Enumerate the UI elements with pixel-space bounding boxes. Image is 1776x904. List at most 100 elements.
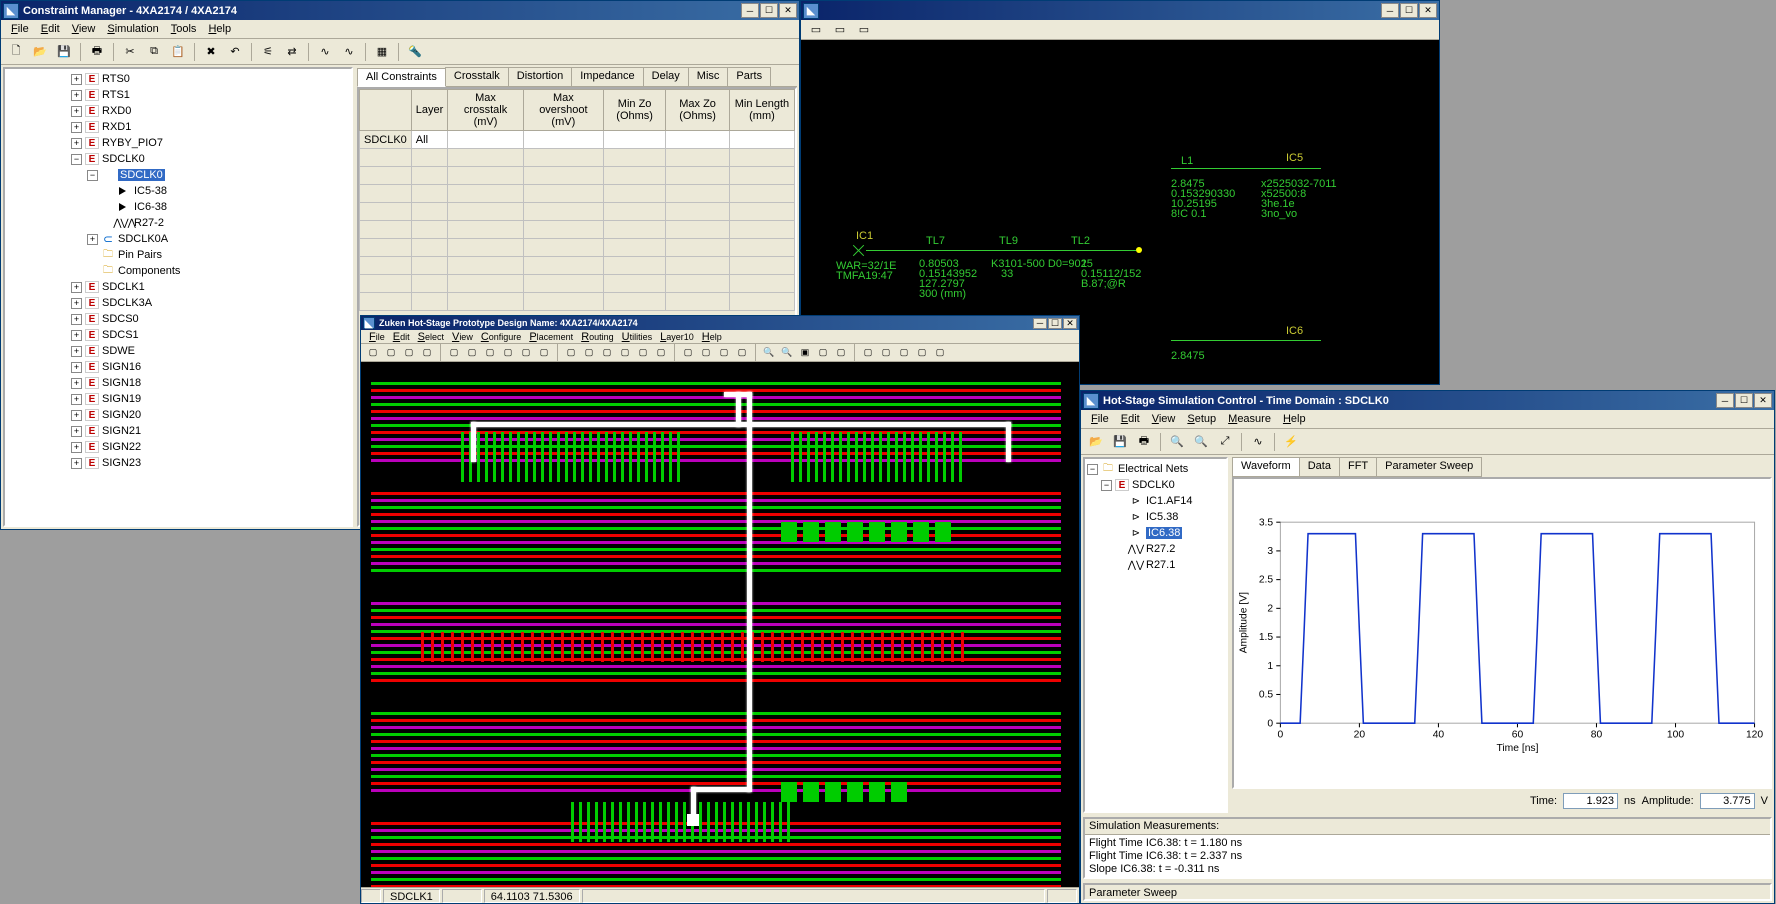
grid-cell[interactable] [729,221,794,239]
expander-icon[interactable]: − [87,170,98,181]
paste-icon[interactable]: 📋 [167,41,189,63]
expander-icon[interactable]: + [71,378,82,389]
column-header[interactable]: Max overshoot (mV) [523,90,603,131]
tool-icon[interactable]: ▭ [853,19,875,41]
menu-edit[interactable]: Edit [35,21,66,37]
grid-cell[interactable] [523,275,603,293]
grid-cell[interactable] [411,149,448,167]
maximize-button[interactable]: ☐ [1048,318,1062,329]
menu-setup[interactable]: Setup [1181,411,1222,427]
zoom-in-icon[interactable]: 🔍 [1166,431,1188,453]
tab-parts[interactable]: Parts [727,67,771,86]
new-icon[interactable]: 🗋 [5,41,27,63]
grid-cell[interactable] [360,275,412,293]
tool-icon[interactable]: ▭ [829,19,851,41]
grid-cell[interactable] [603,275,665,293]
delete-icon[interactable]: ✖ [200,41,222,63]
grid-cell[interactable] [523,149,603,167]
zoom-in-icon[interactable]: 🔍 [761,345,777,361]
zoom-fit-icon[interactable]: ⤢ [1214,431,1236,453]
column-header[interactable]: Min Length (mm) [729,90,794,131]
tab-impedance[interactable]: Impedance [571,67,643,86]
tree-item-sign20[interactable]: +ESIGN20 [7,407,349,423]
menu-file[interactable]: File [5,21,35,37]
grid-cell[interactable] [729,185,794,203]
grid-cell[interactable] [666,167,730,185]
grid-cell[interactable] [411,221,448,239]
tool-icon[interactable]: ▢ [833,345,849,361]
sim-tree-pin-IC1-AF14[interactable]: ⊳IC1.AF14 [1087,493,1224,509]
tool-icon[interactable]: ▢ [914,345,930,361]
tree-item-sdclk0[interactable]: −ESDCLK0 [7,151,349,167]
menu-routing[interactable]: Routing [577,331,617,343]
grid-cell[interactable] [448,131,523,149]
tool-icon[interactable]: ▢ [482,345,498,361]
grid-cell[interactable] [448,185,523,203]
expander-icon[interactable]: + [87,234,98,245]
grid-cell[interactable]: All [411,131,448,149]
tree-item-sign19[interactable]: +ESIGN19 [7,391,349,407]
tree-item-sign23[interactable]: +ESIGN23 [7,455,349,471]
grid-cell[interactable] [448,293,523,311]
grid-cell[interactable] [603,221,665,239]
menu-layer10[interactable]: Layer10 [656,331,698,343]
tool-icon[interactable]: ▢ [716,345,732,361]
pcb-titlebar[interactable]: ◣ Zuken Hot-Stage Prototype Design Name:… [361,316,1079,330]
grid-cell[interactable] [729,167,794,185]
grid-cell[interactable] [360,149,412,167]
tree-item-sdclk0a[interactable]: +SDCLK0A [7,231,349,247]
grid-cell[interactable] [411,257,448,275]
print-icon[interactable]: 🖶 [1133,431,1155,453]
grid-cell[interactable] [523,131,603,149]
grid-cell[interactable] [603,293,665,311]
maximize-button[interactable]: ☐ [1400,3,1418,18]
expander-icon[interactable]: + [71,442,82,453]
tool-icon[interactable]: ▢ [653,345,669,361]
tree-item-rxd1[interactable]: +ERXD1 [7,119,349,135]
grid-cell[interactable] [411,185,448,203]
menu-help[interactable]: Help [1277,411,1312,427]
topo-titlebar[interactable]: ◣ ─ ☐ ✕ [801,1,1439,20]
expander-icon[interactable]: + [71,362,82,373]
expander-icon[interactable]: + [71,458,82,469]
sim-tree-pin-IC6-38[interactable]: ⊳IC6.38 [1087,525,1224,541]
tree-item-r27-2[interactable]: ⋀⋁⋀R27-2 [7,215,349,231]
tab-crosstalk[interactable]: Crosstalk [445,67,509,86]
tab-data[interactable]: Data [1299,457,1340,477]
tree-item-components[interactable]: 🗀Components [7,263,349,279]
tool-icon[interactable]: ▢ [518,345,534,361]
tree-item-sdclk0[interactable]: −SDCLK0 [7,167,349,183]
grid-cell[interactable] [603,257,665,275]
wave-icon[interactable]: ∿ [1247,431,1269,453]
column-header[interactable]: Min Zo (Ohms) [603,90,665,131]
tool-icon[interactable]: ▢ [860,345,876,361]
tool-icon[interactable]: ▢ [401,345,417,361]
grid-cell[interactable] [729,257,794,275]
close-button[interactable]: ✕ [1419,3,1437,18]
expander-icon[interactable]: + [71,330,82,341]
menu-placement[interactable]: Placement [525,331,577,343]
wave-icon[interactable]: ∿ [314,41,336,63]
grid-cell[interactable] [448,203,523,221]
tree-item-sign18[interactable]: +ESIGN18 [7,375,349,391]
tab-parameter-sweep[interactable]: Parameter Sweep [1376,457,1482,477]
tab-distortion[interactable]: Distortion [508,67,572,86]
maximize-button[interactable]: ☐ [760,3,778,18]
grid-cell[interactable] [523,221,603,239]
grid-cell[interactable] [729,293,794,311]
tree-item-rxd0[interactable]: +ERXD0 [7,103,349,119]
tree-item-sdcs1[interactable]: +ESDCS1 [7,327,349,343]
tree-item-sign22[interactable]: +ESIGN22 [7,439,349,455]
grid-cell[interactable] [448,239,523,257]
expander-icon[interactable]: + [71,138,82,149]
grid-cell[interactable] [729,149,794,167]
search-icon[interactable]: 🔦 [404,41,426,63]
waveform-chart[interactable]: 00.511.522.533.5020406080100120Time [ns]… [1232,477,1772,789]
copy-icon[interactable]: ⧉ [143,41,165,63]
maximize-button[interactable]: ☐ [1735,393,1753,408]
grid-cell[interactable] [411,293,448,311]
grid-cell[interactable] [666,275,730,293]
expander-icon[interactable]: + [71,314,82,325]
menu-tools[interactable]: Tools [165,21,203,37]
grid-cell[interactable] [360,203,412,221]
